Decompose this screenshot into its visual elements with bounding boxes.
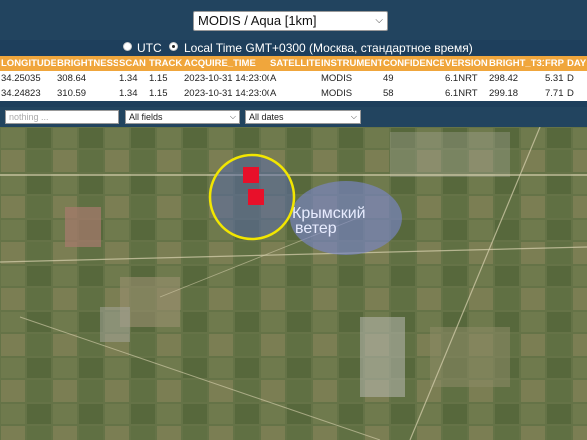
table-row[interactable]: 34.25035 308.64 1.34 1.15 2023-10-31 14:…: [0, 71, 587, 86]
fire-detections-table: LONGITUDE BRIGHTNESS SCAN TRACK ACQUIRE_…: [0, 56, 587, 101]
local-time-label: Local Time GMT+0300 (Москва, стандартное…: [184, 41, 473, 55]
column-header[interactable]: INSTRUMENT: [320, 56, 382, 71]
fire-marker[interactable]: [248, 189, 264, 205]
table-cell: 58: [382, 86, 444, 101]
table-cell: 299.18: [488, 86, 544, 101]
column-header[interactable]: ACQUIRE_TIME: [183, 56, 269, 71]
utc-label: UTC: [137, 41, 162, 55]
column-header[interactable]: FRP: [544, 56, 566, 71]
top-toolbar: MODIS / Aqua [1km] ⌵: [0, 0, 587, 40]
table-cell: 310.59: [56, 86, 118, 101]
table-cell: 6.1NRT: [444, 86, 488, 101]
column-header[interactable]: BRIGHT_T31: [488, 56, 544, 71]
table-cell: 34.24823: [0, 86, 56, 101]
table-cell: 298.42: [488, 71, 544, 86]
table-cell: 1.15: [148, 71, 183, 86]
table-header-row: LONGITUDE BRIGHTNESS SCAN TRACK ACQUIRE_…: [0, 56, 587, 71]
local-time-radio[interactable]: [169, 42, 178, 51]
table-cell: D: [566, 71, 587, 86]
search-placeholder: nothing ...: [9, 112, 49, 122]
settlement: [100, 307, 130, 342]
column-header[interactable]: SATELLITE: [269, 56, 320, 71]
utc-radio[interactable]: [123, 42, 132, 51]
search-input[interactable]: nothing ...: [5, 110, 119, 124]
column-header[interactable]: BRIGHTNESS: [56, 56, 118, 71]
table-cell: 6.1NRT: [444, 71, 488, 86]
column-header[interactable]: TRACK: [148, 56, 183, 71]
table-cell: A: [269, 86, 320, 101]
fire-marker[interactable]: [243, 167, 259, 183]
fields-select[interactable]: All fields ⌵: [125, 110, 240, 124]
satellite-select[interactable]: MODIS / Aqua [1km] ⌵: [193, 11, 388, 31]
table-cell: 7.71: [544, 86, 566, 101]
table-cell: MODIS: [320, 86, 382, 101]
table-cell: 1.34: [118, 71, 148, 86]
table-cell: 49: [382, 71, 444, 86]
table-cell: A: [269, 71, 320, 86]
table-cell: D: [566, 86, 587, 101]
chevron-down-icon: ⌵: [229, 112, 236, 121]
table-row[interactable]: 34.24823 310.59 1.34 1.15 2023-10-31 14:…: [0, 86, 587, 101]
table-cell: 2023-10-31 14:23:00: [183, 86, 269, 101]
chevron-down-icon: ⌵: [350, 112, 357, 121]
table-cell: MODIS: [320, 71, 382, 86]
column-header[interactable]: CONFIDENCE: [382, 56, 444, 71]
table-cell: 1.15: [148, 86, 183, 101]
fields-select-value: All fields: [129, 112, 163, 122]
table-cell: 34.25035: [0, 71, 56, 86]
column-header[interactable]: VERSION: [444, 56, 488, 71]
chevron-down-icon: ⌵: [375, 15, 383, 26]
filter-bar: nothing ... All fields ⌵ All dates ⌵: [0, 107, 587, 127]
dates-select-value: All dates: [249, 112, 284, 122]
map-imagery: Крымский ветер: [0, 127, 587, 440]
table-cell: 1.34: [118, 86, 148, 101]
table-cell: 5.31: [544, 71, 566, 86]
table-cell: 308.64: [56, 71, 118, 86]
reddish-field: [65, 207, 101, 247]
settlement: [360, 317, 405, 397]
dates-select[interactable]: All dates ⌵: [245, 110, 361, 124]
timezone-options: UTC Local Time GMT+0300 (Москва, стандар…: [0, 40, 587, 56]
column-header[interactable]: DAY: [566, 56, 587, 71]
watermark-text: ветер: [295, 220, 337, 237]
satellite-select-value: MODIS / Aqua [1km]: [198, 13, 317, 28]
column-header[interactable]: LONGITUDE: [0, 56, 56, 71]
satellite-map[interactable]: Крымский ветер: [0, 127, 587, 440]
column-header[interactable]: SCAN: [118, 56, 148, 71]
table-cell: 2023-10-31 14:23:00: [183, 71, 269, 86]
